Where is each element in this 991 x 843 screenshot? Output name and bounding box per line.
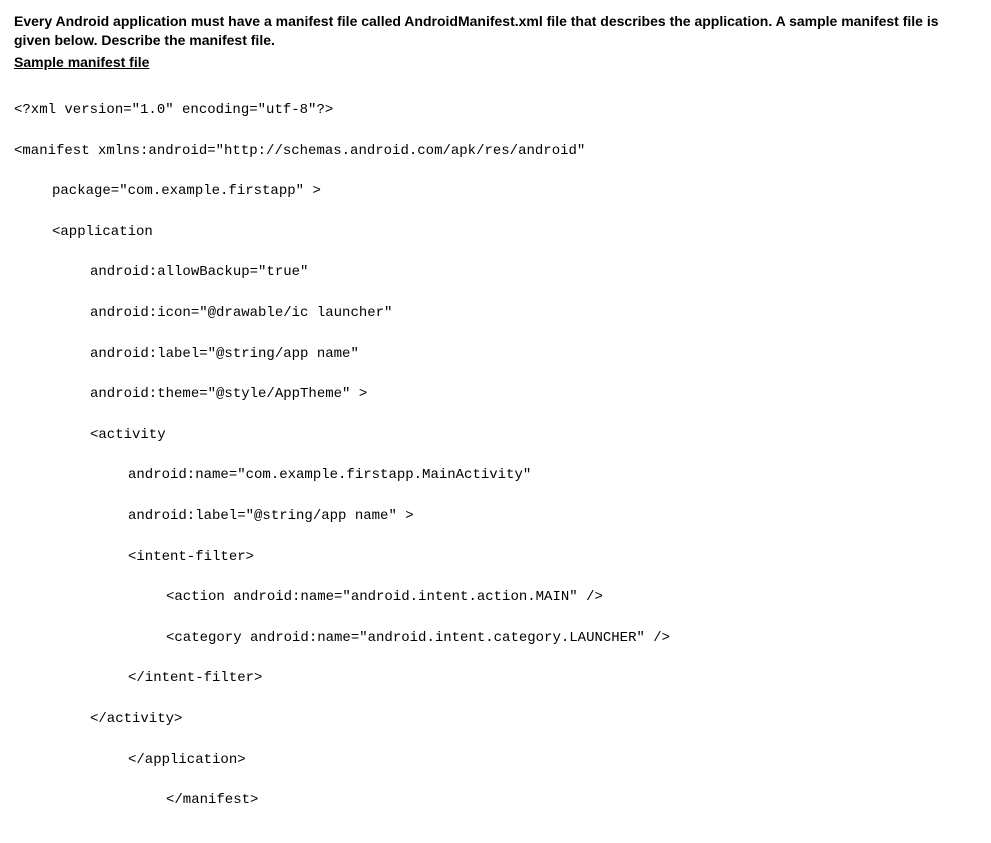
code-line: android:theme="@style/AppTheme" > — [14, 384, 977, 404]
code-line: <activity — [14, 425, 977, 445]
code-line: android:label="@string/app name" > — [14, 506, 977, 526]
code-line: android:label="@string/app name" — [14, 344, 977, 364]
code-line: <category android:name="android.intent.c… — [14, 628, 977, 648]
code-line: <intent-filter> — [14, 547, 977, 567]
code-line: </activity> — [14, 709, 977, 729]
code-line: </application> — [14, 750, 977, 770]
code-line: <action android:name="android.intent.act… — [14, 587, 977, 607]
code-line: android:allowBackup="true" — [14, 262, 977, 282]
code-line: <?xml version="1.0" encoding="utf-8"?> — [14, 100, 977, 120]
code-block: <?xml version="1.0" encoding="utf-8"?> <… — [14, 80, 977, 831]
intro-paragraph: Every Android application must have a ma… — [14, 12, 977, 50]
code-line: android:icon="@drawable/ic launcher" — [14, 303, 977, 323]
code-line: </intent-filter> — [14, 668, 977, 688]
code-line: <application — [14, 222, 977, 242]
code-line: </manifest> — [14, 790, 977, 810]
code-line: package="com.example.firstapp" > — [14, 181, 977, 201]
code-line: android:name="com.example.firstapp.MainA… — [14, 465, 977, 485]
code-line: <manifest xmlns:android="http://schemas.… — [14, 141, 977, 161]
sample-manifest-heading: Sample manifest file — [14, 54, 977, 70]
